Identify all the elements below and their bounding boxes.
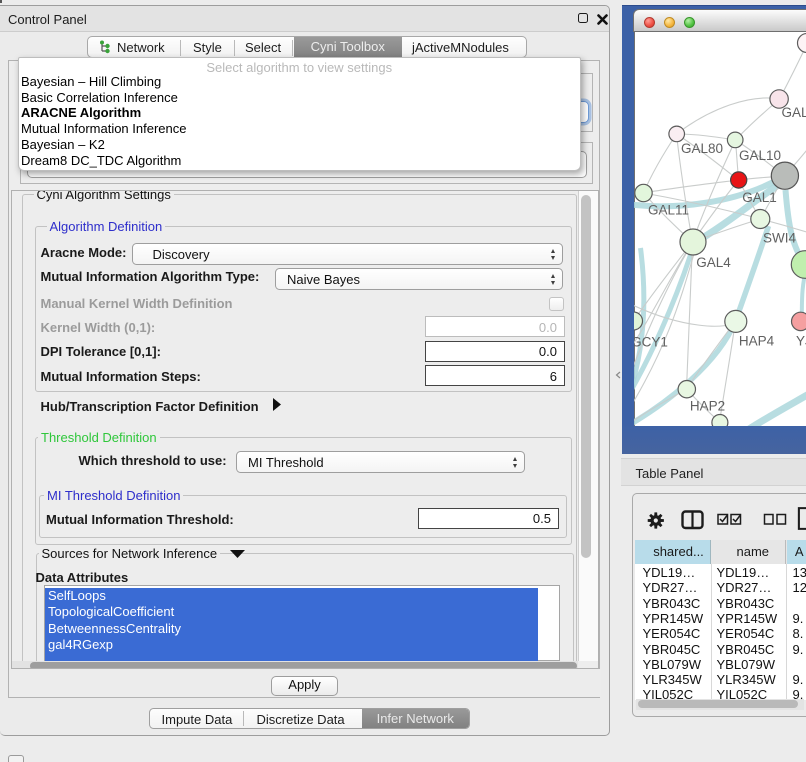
svg-text:YJ: YJ: [796, 334, 806, 349]
svg-text:GAL11: GAL11: [647, 203, 688, 218]
svg-text:HAP4: HAP4: [738, 334, 774, 349]
svg-text:SWI4: SWI4: [762, 231, 795, 246]
svg-text:HAP2: HAP2: [689, 399, 724, 414]
svg-text:GAL10: GAL10: [738, 148, 780, 163]
svg-text:GAL2: GAL2: [781, 105, 806, 120]
svg-text:GAL4: GAL4: [696, 255, 731, 270]
svg-text:GAL1: GAL1: [742, 190, 777, 205]
svg-text:GCY1: GCY1: [634, 335, 668, 350]
svg-text:GAL80: GAL80: [680, 141, 722, 156]
